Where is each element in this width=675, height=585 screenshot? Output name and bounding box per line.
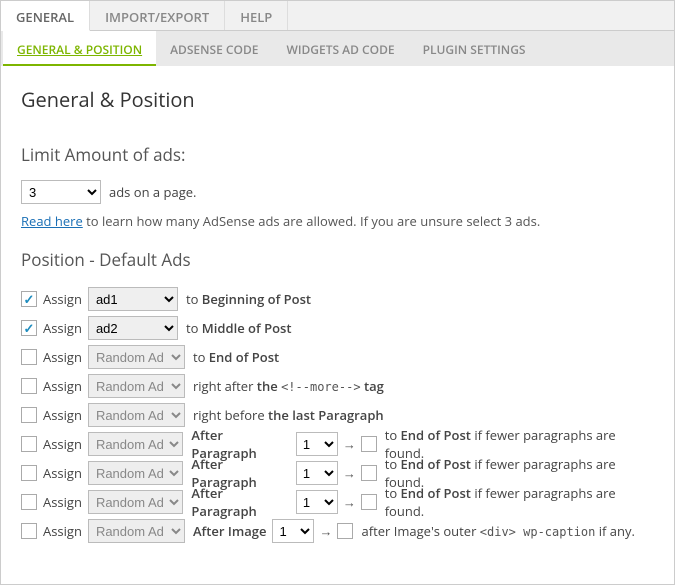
assign-row-after-paragraph-2: Assign Random Ad After Paragraph 1 → to … — [21, 459, 654, 487]
assign-row-after-paragraph-1: Assign Random Ad After Paragraph 1 → to … — [21, 430, 654, 458]
assign-row-beginning: Assign ad1 to Beginning of Post — [21, 285, 654, 313]
assign-checkbox[interactable] — [21, 291, 37, 307]
assign-row-more-tag: Assign Random Ad right after the <!--mor… — [21, 372, 654, 400]
assign-label: Assign — [43, 435, 82, 453]
arrow-icon: → — [343, 493, 356, 511]
assign-checkbox[interactable] — [21, 494, 37, 510]
arrow-icon: → — [343, 464, 356, 482]
subtab-general-position[interactable]: GENERAL & POSITION — [3, 31, 156, 66]
limit-suffix: ads on a page. — [109, 183, 196, 201]
end-checkbox[interactable] — [361, 465, 377, 481]
page-title: General & Position — [21, 86, 654, 113]
subtab-adsense-code[interactable]: ADSENSE CODE — [156, 31, 272, 66]
position-text: to End of Post — [193, 348, 279, 366]
subtab-plugin-settings[interactable]: PLUGIN SETTINGS — [409, 31, 540, 66]
ad-select[interactable]: Random Ad — [88, 403, 185, 427]
ad-select[interactable]: Random Ad — [88, 345, 185, 369]
position-text: After Image — [193, 522, 267, 540]
ad-select[interactable]: Random Ad — [88, 519, 185, 543]
arrow-icon: → — [319, 522, 332, 540]
position-text: to Middle of Post — [186, 319, 292, 337]
assign-checkbox[interactable] — [21, 436, 37, 452]
end-checkbox[interactable] — [361, 494, 377, 510]
caption-checkbox[interactable] — [337, 523, 353, 539]
assign-label: Assign — [43, 319, 82, 337]
settings-panel: GENERAL IMPORT/EXPORT HELP GENERAL & POS… — [0, 0, 675, 585]
position-suffix: to End of Post if fewer paragraphs are f… — [385, 484, 654, 520]
content-area: General & Position Limit Amount of ads: … — [1, 66, 674, 556]
assign-checkbox[interactable] — [21, 465, 37, 481]
assign-label: Assign — [43, 348, 82, 366]
assign-label: Assign — [43, 522, 82, 540]
image-number-select[interactable]: 1 — [272, 519, 314, 543]
ad-select[interactable]: ad1 — [88, 287, 178, 311]
assign-row-after-paragraph-3: Assign Random Ad After Paragraph 1 → to … — [21, 488, 654, 516]
assign-checkbox[interactable] — [21, 378, 37, 394]
position-title: Position - Default Ads — [21, 248, 654, 271]
arrow-icon: → — [343, 435, 356, 453]
ad-select[interactable]: Random Ad — [88, 490, 183, 514]
limit-title: Limit Amount of ads: — [21, 143, 654, 166]
end-checkbox[interactable] — [361, 436, 377, 452]
read-here-link[interactable]: Read here — [21, 212, 83, 230]
assign-label: Assign — [43, 464, 82, 482]
sub-tabs: GENERAL & POSITION ADSENSE CODE WIDGETS … — [1, 31, 674, 66]
ad-select[interactable]: Random Ad — [88, 432, 183, 456]
assign-label: Assign — [43, 493, 82, 511]
assign-label: Assign — [43, 406, 82, 424]
position-text: to Beginning of Post — [186, 290, 311, 308]
ad-select[interactable]: Random Ad — [88, 461, 183, 485]
ad-select[interactable]: Random Ad — [88, 374, 185, 398]
subtab-widgets-ad-code[interactable]: WIDGETS AD CODE — [272, 31, 408, 66]
assign-label: Assign — [43, 290, 82, 308]
limit-select[interactable]: 3 — [21, 180, 101, 204]
paragraph-number-select[interactable]: 1 — [296, 461, 338, 485]
position-text: After Paragraph — [191, 484, 290, 520]
ad-select[interactable]: ad2 — [88, 316, 178, 340]
paragraph-number-select[interactable]: 1 — [296, 432, 338, 456]
position-text: right after the <!--more--> tag — [193, 377, 384, 395]
limit-row: 3 ads on a page. — [21, 180, 654, 204]
assign-row-middle: Assign ad2 to Middle of Post — [21, 314, 654, 342]
paragraph-number-select[interactable]: 1 — [296, 490, 338, 514]
assign-label: Assign — [43, 377, 82, 395]
assign-row-last-paragraph: Assign Random Ad right before the last P… — [21, 401, 654, 429]
tab-import-export[interactable]: IMPORT/EXPORT — [90, 1, 225, 30]
top-tabs: GENERAL IMPORT/EXPORT HELP — [1, 1, 674, 31]
tab-general[interactable]: GENERAL — [1, 1, 90, 31]
assign-checkbox[interactable] — [21, 349, 37, 365]
assign-checkbox[interactable] — [21, 523, 37, 539]
assign-row-end: Assign Random Ad to End of Post — [21, 343, 654, 371]
learn-suffix: to learn how many AdSense ads are allowe… — [83, 212, 540, 230]
position-text: right before the last Paragraph — [193, 406, 384, 424]
assign-checkbox[interactable] — [21, 407, 37, 423]
position-suffix: after Image's outer <div> wp-caption if … — [361, 522, 634, 540]
assign-checkbox[interactable] — [21, 320, 37, 336]
assign-row-after-image: Assign Random Ad After Image 1 → after I… — [21, 517, 654, 545]
tab-help[interactable]: HELP — [225, 1, 288, 30]
learn-text: Read here to learn how many AdSense ads … — [21, 212, 654, 230]
